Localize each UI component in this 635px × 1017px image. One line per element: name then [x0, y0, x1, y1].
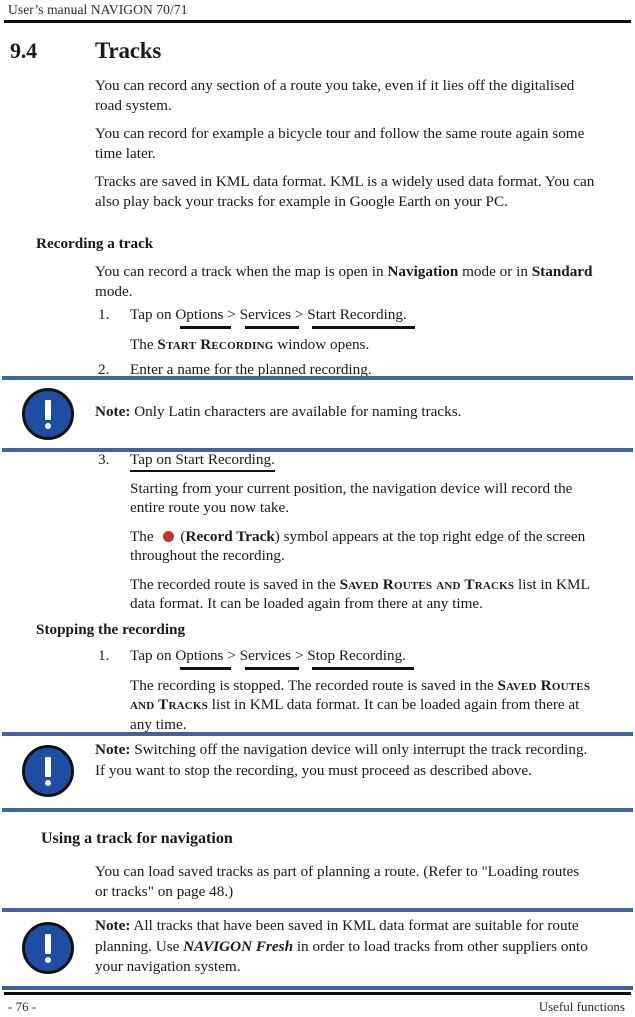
note-rule-bottom — [2, 808, 633, 812]
recording-intro-text-c: mode. — [95, 282, 133, 300]
stopping-steps-list: 1. Tap on Options > Services > Stop Reco… — [95, 646, 600, 736]
exclamation-circle-icon — [22, 388, 74, 440]
saved-routes-text-a: The recorded route is saved in the — [130, 575, 340, 593]
list-item: 3. Tap on Start Recording. Starting from… — [95, 450, 600, 614]
step-result: The Start Recording window opens. — [130, 335, 600, 355]
recording-intro-paragraph: You can record a track when the map is o… — [95, 262, 595, 301]
note-rule-top — [2, 376, 633, 380]
recording-intro-text-b: mode or in — [458, 263, 532, 280]
record-track-dot-icon — [163, 530, 175, 542]
menu-path-options[interactable]: Options — [175, 305, 232, 328]
note-rule-bottom — [2, 986, 633, 990]
note-rule-top — [2, 908, 633, 912]
intro-paragraph-2: You can record for example a bicycle tou… — [95, 125, 585, 162]
note-text: Note: Switching off the navigation devic… — [95, 740, 600, 781]
stop-result-text-a: The recording is stopped. The recorded r… — [130, 676, 498, 694]
footer-section-name: Useful functions — [538, 999, 625, 1014]
menu-path-start-recording[interactable]: Start Recording. — [307, 305, 415, 328]
chapter-heading: 9.4 Tracks — [0, 38, 635, 68]
record-symbol-text-a: The — [130, 527, 158, 545]
chapter-number: 9.4 — [10, 38, 37, 63]
mode-navigation: Navigation — [387, 263, 459, 280]
subheading-stopping-the-recording: Stopping the recording — [36, 621, 186, 638]
step-instruction: Tap on Options > Services > Stop Recordi… — [130, 646, 600, 669]
menu-separator: > — [223, 306, 240, 323]
note-box-all-tracks-kml: Note: All tracks that have been saved in… — [0, 908, 635, 990]
recording-intro-text-a: You can record a track when the map is o… — [95, 263, 388, 280]
running-header: User’s manual NAVIGON 70/71 — [8, 2, 188, 17]
step-result-3: The recorded route is saved in the Saved… — [130, 575, 600, 614]
list-item: 1. Tap on Options > Services > Stop Reco… — [95, 646, 600, 734]
step-number: 1. — [98, 647, 110, 664]
manual-page: User’s manual NAVIGON 70/71 9.4 Tracks Y… — [0, 0, 635, 1017]
chapter-title: Tracks — [95, 38, 162, 63]
exclamation-dot — [45, 957, 51, 963]
exclamation-dot — [45, 780, 51, 786]
subheading-using-a-track-for-navigation: Using a track for navigation — [41, 830, 233, 847]
note-label: Note: — [95, 917, 131, 934]
note-box-latin-characters: Note: Only Latin characters are availabl… — [0, 376, 635, 452]
note-rule-top — [2, 732, 633, 736]
step-instruction: Tap on Start Recording. — [130, 450, 600, 471]
exclamation-circle-icon — [22, 922, 74, 974]
intro-block: You can record any section of a route yo… — [95, 76, 595, 211]
menu-separator: > — [223, 647, 240, 664]
list-item: 1. Tap on Options > Services > Start Rec… — [95, 305, 600, 354]
step-instruction: Tap on Options > Services > Start Record… — [130, 305, 600, 328]
recording-intro: You can record a track when the map is o… — [95, 262, 595, 301]
note-label: Note: — [95, 403, 131, 420]
header-rule — [4, 20, 631, 23]
note-box-switching-off: Note: Switching off the navigation devic… — [0, 732, 635, 812]
exclamation-dot — [45, 423, 51, 429]
step-lead-text: Tap on — [130, 647, 176, 664]
menu-separator: > — [291, 647, 308, 664]
step-number: 1. — [98, 306, 110, 323]
record-track-label: Record Track — [185, 527, 275, 545]
subheading-recording-a-track: Recording a track — [36, 235, 154, 252]
menu-separator: > — [291, 306, 308, 323]
using-section-paragraph: You can load saved tracks as part of pla… — [95, 863, 580, 900]
step-result: The recording is stopped. The recorded r… — [130, 676, 600, 735]
step-result-1: Starting from your current position, the… — [130, 479, 573, 517]
exclamation-bar — [45, 757, 51, 777]
step-number: 3. — [98, 451, 110, 468]
step-body: Tap on Options > Services > Start Record… — [130, 305, 600, 354]
exclamation-bar — [45, 400, 51, 420]
mode-standard: Standard — [531, 263, 593, 280]
menu-path-tap-on-start-recording[interactable]: Tap on Start Recording. — [130, 450, 275, 471]
intro-paragraph-3: Tracks are saved in KML data format. KML… — [95, 173, 595, 210]
step-result-2: The (Record Track) symbol appears at the… — [130, 527, 600, 566]
exclamation-bar — [45, 934, 51, 954]
exclamation-circle-icon — [22, 745, 74, 797]
using-section-body: You can load saved tracks as part of pla… — [95, 862, 595, 901]
menu-path-stop-recording[interactable]: Stop Recording. — [307, 646, 414, 669]
product-name-navigon-fresh: NAVIGON Fresh — [183, 937, 294, 955]
note-label: Note: — [95, 741, 131, 758]
step-result-text-a: The — [130, 335, 158, 353]
recording-steps-list-continued: 3. Tap on Start Recording. Starting from… — [95, 450, 600, 616]
window-name-start-recording: Start Recording — [157, 335, 274, 353]
footer-rule — [4, 992, 631, 995]
footer-page-number: - 76 - — [8, 999, 37, 1014]
menu-path-services[interactable]: Services — [240, 305, 300, 328]
menu-path-services[interactable]: Services — [240, 646, 300, 669]
note-text: Note: Only Latin characters are availabl… — [95, 402, 600, 423]
menu-path-options[interactable]: Options — [175, 646, 232, 669]
intro-paragraph-1: You can record any section of a route yo… — [95, 77, 575, 114]
step-body: Tap on Start Recording. Starting from yo… — [130, 450, 600, 614]
step-body: Tap on Options > Services > Stop Recordi… — [130, 646, 600, 734]
step-result-text-b: window opens. — [273, 335, 370, 353]
note-body: Switching off the navigation device will… — [95, 741, 588, 779]
step-lead-text: Tap on — [130, 306, 176, 323]
note-body: Only Latin characters are available for … — [130, 403, 462, 420]
recording-steps-list: 1. Tap on Options > Services > Start Rec… — [95, 305, 600, 382]
note-text: Note: All tracks that have been saved in… — [95, 916, 600, 978]
list-name-saved-routes-and-tracks: Saved Routes and Tracks — [339, 575, 515, 593]
